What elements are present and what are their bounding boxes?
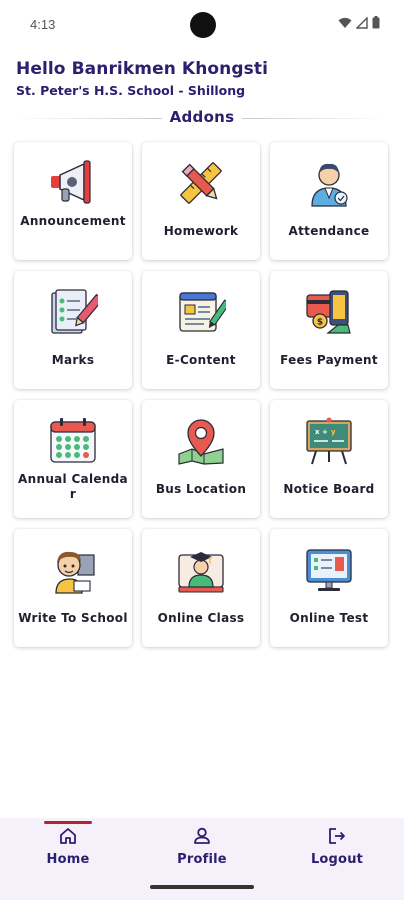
addon-card-annual-calendar[interactable]: Annual Calendar <box>14 400 132 518</box>
home-icon <box>60 828 76 844</box>
online-test-icon <box>306 549 352 591</box>
addon-card-announcement[interactable]: Announcement <box>14 142 132 260</box>
online-class-icon <box>178 552 224 593</box>
addon-label: Attendance <box>288 224 370 238</box>
addon-card-attendance[interactable]: Attendance <box>270 142 388 260</box>
addons-section-header: Addons <box>16 108 388 130</box>
addon-label: Annual Calendar <box>18 472 128 501</box>
addon-card-bus-location[interactable]: Bus Location <box>142 400 260 518</box>
profile-icon <box>194 827 210 844</box>
school-name: St. Peter's H.S. School - Shillong <box>16 83 246 98</box>
writing-icon <box>55 551 95 594</box>
addon-label: Homework <box>163 224 239 238</box>
status-time: 4:13 <box>30 17 56 32</box>
svg-text:x: x <box>315 428 320 436</box>
addon-label: E-Content <box>166 353 236 367</box>
map-pin-icon <box>178 419 224 465</box>
signal-icon <box>356 16 368 29</box>
svg-text:y: y <box>331 428 336 436</box>
marksheet-icon <box>51 289 98 334</box>
addon-label: Online Test <box>289 611 369 625</box>
nav-label-logout: Logout <box>310 852 364 867</box>
addons-grid: Announcement Homework Attendance Marks E… <box>14 142 391 647</box>
addon-label: Notice Board <box>283 482 375 496</box>
addon-card-e-content[interactable]: E-Content <box>142 271 260 389</box>
addon-card-write-to-school[interactable]: Write To School <box>14 529 132 647</box>
status-bar: 4:13 <box>0 0 404 52</box>
addon-card-homework[interactable]: Homework <box>142 142 260 260</box>
active-tab-indicator <box>44 821 92 824</box>
svg-text:$: $ <box>317 318 323 328</box>
addon-label: Write To School <box>18 611 128 625</box>
addon-label: Announcement <box>20 214 126 228</box>
addon-label: Fees Payment <box>280 353 378 367</box>
notice-board-icon: x + y <box>306 417 352 465</box>
gesture-handle[interactable] <box>150 885 254 889</box>
divider-right <box>242 118 388 119</box>
calendar-icon <box>50 418 96 463</box>
addon-label: Online Class <box>157 611 245 625</box>
addon-card-marks[interactable]: Marks <box>14 271 132 389</box>
pencil-ruler-icon <box>180 162 222 204</box>
logout-icon <box>329 828 345 844</box>
nav-item-logout[interactable]: Logout <box>297 826 377 867</box>
addon-card-fees-payment[interactable]: $ Fees Payment <box>270 271 388 389</box>
addon-card-online-test[interactable]: Online Test <box>270 529 388 647</box>
nav-label-profile: Profile <box>177 852 227 867</box>
status-icons <box>338 16 380 29</box>
teacher-icon <box>311 163 348 207</box>
payment-icon: $ <box>306 290 351 334</box>
addon-card-online-class[interactable]: Online Class <box>142 529 260 647</box>
nav-label-home: Home <box>46 852 90 867</box>
nav-item-profile[interactable]: Profile <box>162 826 242 867</box>
svg-text:+: + <box>322 428 328 436</box>
e-content-icon <box>179 292 226 332</box>
camera-cutout <box>190 12 216 38</box>
nav-item-home[interactable]: Home <box>28 826 108 867</box>
section-title: Addons <box>169 108 235 126</box>
greeting-title: Hello Banrikmen Khongsti <box>16 59 269 79</box>
battery-icon <box>372 16 380 29</box>
megaphone-icon <box>51 160 91 204</box>
addon-label: Marks <box>51 353 95 367</box>
addon-card-notice-board[interactable]: x + y Notice Board <box>270 400 388 518</box>
wifi-icon <box>338 17 352 28</box>
addon-label: Bus Location <box>155 482 247 496</box>
